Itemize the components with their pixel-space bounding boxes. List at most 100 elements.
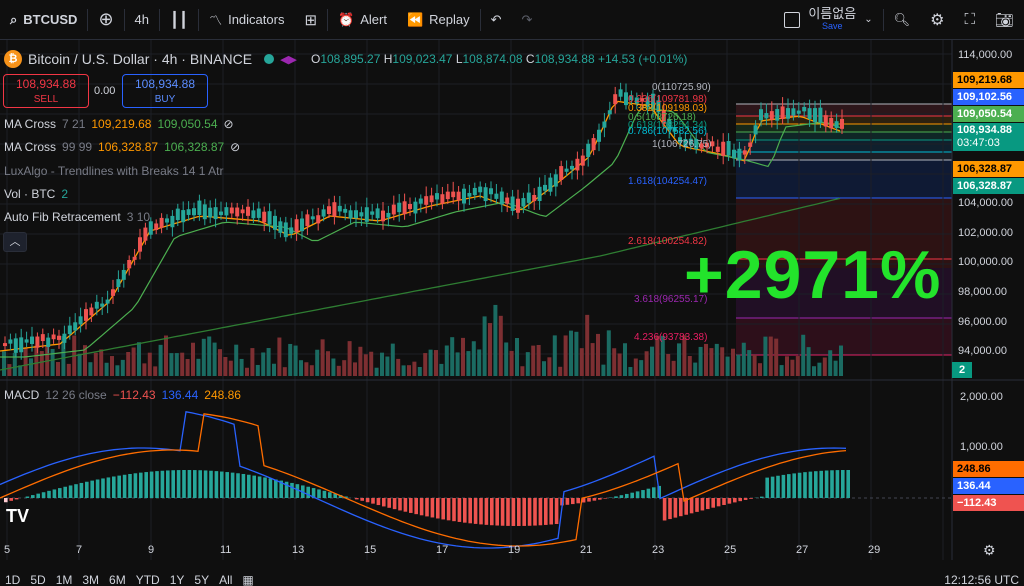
chart-type-button[interactable]: ┃┃: [160, 0, 198, 40]
calendar-icon[interactable]: ▦: [237, 574, 258, 586]
templates-button[interactable]: ⊞: [294, 0, 327, 40]
macd-hist-bar: [376, 498, 381, 506]
candle-body: [213, 207, 218, 220]
symbol-title[interactable]: Bitcoin / U.S. Dollar · 4h · BINANCE: [28, 51, 252, 67]
volume-bar: [747, 350, 752, 376]
collapse-legend-button[interactable]: ︿: [3, 232, 27, 252]
save-label[interactable]: Save: [822, 20, 843, 33]
volume-legend[interactable]: Vol · BTC 2: [4, 187, 68, 201]
settings-button[interactable]: ⚙: [920, 0, 954, 40]
macd-hist-bar: [90, 480, 94, 498]
top-toolbar: ⌕ BTCUSD ⊕ 4h ┃┃ 〽 Indicators ⊞ ⏰ Alert …: [0, 0, 1024, 40]
macd-hist-bar: [41, 492, 46, 498]
range-5d[interactable]: 5D: [25, 574, 50, 586]
volume-tag: 2: [952, 362, 972, 378]
macd-hist-bar: [144, 472, 148, 498]
ma2-legend[interactable]: MA Cross 99 99 106,328.87 106,328.87 ⊘: [4, 140, 240, 154]
candle-body: [359, 212, 364, 217]
range-all[interactable]: All: [214, 574, 237, 586]
candle-body: [321, 209, 326, 217]
time-tick: 11: [220, 544, 231, 556]
macd-hist-bar: [441, 498, 445, 520]
volume-bar: [790, 359, 795, 376]
macd-legend[interactable]: MACD 12 26 close −112.43 136.44 248.86: [4, 388, 241, 402]
candle-body: [440, 194, 445, 204]
volume-bar: [369, 351, 374, 376]
volume-bar: [542, 361, 546, 376]
ma1-legend[interactable]: MA Cross 7 21 109,219.68 109,050.54 ⊘: [4, 117, 234, 131]
range-5y[interactable]: 5Y: [189, 574, 214, 586]
snapshot-button[interactable]: 📷︎: [985, 0, 1024, 40]
candle-body: [537, 186, 542, 202]
macd-hist-bar: [290, 482, 294, 498]
axis-settings-button[interactable]: ⚙: [983, 542, 996, 559]
luxalgo-legend[interactable]: LuxAlgo - Trendlines with Breaks 14 1 At…: [4, 164, 223, 178]
volume-bar: [342, 360, 347, 376]
macd-hist-bar: [468, 498, 472, 524]
layout-select[interactable]: 이름없음 Save ⌄: [774, 0, 882, 40]
candle-body: [726, 141, 731, 156]
chart-area[interactable]: 0(110725.90) 0.236(109781.98) 0.382(109198…: [0, 40, 1024, 586]
sell-button[interactable]: 108,934.88 SELL: [3, 74, 89, 108]
macd-hist-bar: [193, 470, 197, 498]
range-ytd[interactable]: YTD: [131, 574, 165, 586]
candle-body: [154, 223, 159, 230]
volume-bar: [455, 352, 460, 376]
candle-body: [375, 208, 380, 219]
macd-hist-bar: [252, 475, 256, 498]
volume-bar: [509, 350, 514, 376]
range-3m[interactable]: 3M: [77, 574, 104, 586]
volume-bar: [407, 365, 411, 376]
alert-button[interactable]: ⏰ Alert: [328, 0, 397, 40]
ma2-slow-price-tag: 106,328.87: [953, 178, 1024, 194]
volume-bar: [120, 359, 125, 376]
range-1m[interactable]: 1M: [51, 574, 78, 586]
plus-circle-icon: ⊕: [98, 9, 114, 29]
fib-zones: [736, 103, 952, 356]
fib-level-label: 1(106726.75): [652, 139, 712, 150]
fullscreen-button[interactable]: ⛶: [954, 0, 985, 40]
time-tick: 13: [292, 544, 304, 556]
quick-search-button[interactable]: 🔍︎: [884, 0, 921, 40]
macd-hist-bar: [220, 471, 224, 498]
hide-icon[interactable]: ⊘: [230, 140, 240, 154]
candle-body: [305, 214, 310, 227]
redo-button[interactable]: ↷: [512, 0, 543, 40]
candle-body: [370, 211, 375, 215]
compare-button[interactable]: ⊕: [88, 0, 123, 40]
clock[interactable]: 12:12:56 UTC: [939, 574, 1024, 586]
volume-bar: [671, 360, 676, 376]
macd-hist-bar: [382, 498, 386, 507]
volume-bar: [428, 349, 433, 376]
candle-body: [35, 336, 40, 348]
range-1d[interactable]: 1D: [0, 574, 25, 586]
candle-body: [262, 211, 267, 223]
replay-button[interactable]: ⏪ Replay: [397, 0, 480, 40]
fib-legend[interactable]: Auto Fib Retracement 3 10: [4, 210, 150, 224]
indicators-icon: 〽: [209, 13, 223, 28]
symbol-search[interactable]: ⌕ BTCUSD: [0, 0, 87, 40]
indicators-button[interactable]: 〽 Indicators: [199, 0, 294, 40]
hide-icon[interactable]: ⊘: [224, 117, 234, 131]
macd-hist-bar: [565, 498, 570, 505]
volume-bar: [358, 346, 363, 376]
grid-icon: ⊞: [304, 11, 318, 29]
candle-body: [202, 204, 207, 220]
macd-axis-tick: 2,000.00: [960, 391, 1003, 403]
range-1y[interactable]: 1Y: [165, 574, 190, 586]
candle-body: [170, 215, 175, 228]
interval-button[interactable]: 4h: [125, 0, 159, 40]
volume-bar: [261, 352, 266, 376]
range-6m[interactable]: 6M: [104, 574, 131, 586]
macd-hist-bar: [549, 498, 553, 525]
candle-body: [489, 188, 493, 195]
candle-body: [786, 108, 790, 119]
macd-hist-bar: [106, 477, 111, 498]
macd-hist-bar: [263, 477, 267, 498]
undo-button[interactable]: ↶: [481, 0, 512, 40]
volume-bar: [466, 351, 471, 376]
candle-body: [84, 309, 88, 321]
buy-button[interactable]: 108,934.88 BUY: [122, 74, 208, 108]
price-tick: 104,000.00: [958, 197, 1013, 209]
candle-body: [224, 207, 229, 216]
